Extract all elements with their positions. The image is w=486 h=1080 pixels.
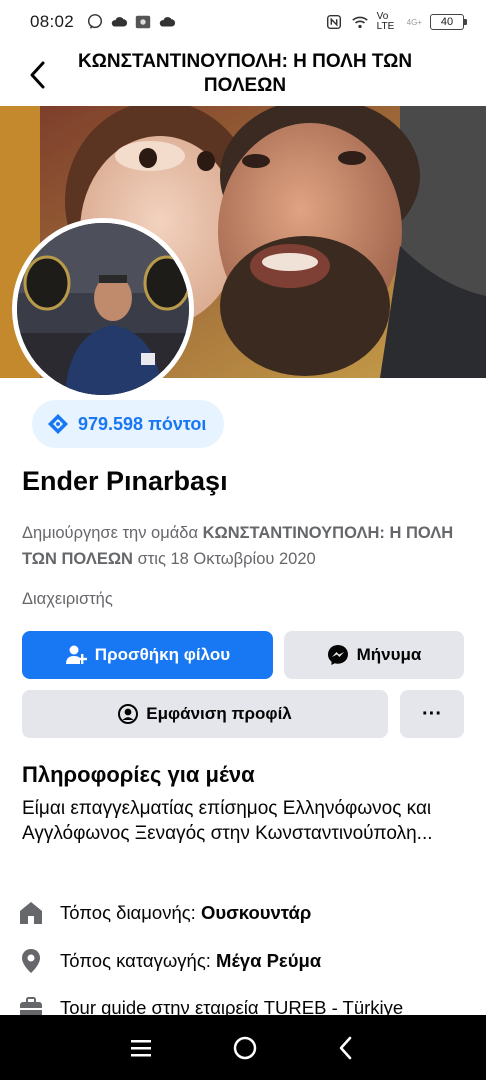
more-options-button[interactable]: ··· bbox=[400, 690, 464, 738]
message-button[interactable]: Μήνυμα bbox=[284, 631, 464, 679]
created-prefix: Δημιούργησε την ομάδα bbox=[22, 524, 198, 542]
points-label: 979.598 πόντοι bbox=[78, 413, 207, 434]
current-city-label: Τόπος διαμονής: bbox=[60, 902, 196, 923]
status-time: 08:02 bbox=[30, 12, 75, 31]
add-friend-icon bbox=[65, 645, 87, 664]
role-label: Διαχειριστής bbox=[22, 590, 113, 608]
avatar-image bbox=[17, 223, 189, 395]
profile-avatar[interactable] bbox=[12, 218, 194, 400]
about-bio: Είμαι επαγγελματίας επίσημος Ελληνόφωνος… bbox=[22, 798, 433, 844]
info-hometown: Τόπος καταγωγής: Μέγα Ρεύμα bbox=[18, 946, 321, 976]
back-button[interactable] bbox=[22, 58, 52, 92]
system-back-icon[interactable] bbox=[335, 1035, 357, 1061]
profile-name: Ender Pınarbaşı bbox=[22, 466, 228, 496]
messenger-icon bbox=[327, 645, 348, 665]
info-current-city: Τόπος διαμονής: Ουσκουντάρ bbox=[18, 898, 311, 928]
viber-icon bbox=[88, 14, 103, 29]
view-profile-label: Εμφάνιση προφίλ bbox=[146, 704, 292, 723]
message-label: Μήνυμα bbox=[356, 645, 422, 664]
about-heading: Πληροφορίες για μένα bbox=[22, 762, 255, 787]
points-badge[interactable]: 979.598 πόντοι bbox=[32, 400, 225, 448]
add-friend-label: Προσθήκη φίλου bbox=[94, 645, 231, 664]
profile-circle-icon bbox=[118, 704, 139, 724]
view-profile-button[interactable]: Εμφάνιση προφίλ bbox=[22, 690, 388, 738]
gallery-icon bbox=[135, 15, 151, 29]
signal-label: 4G+ bbox=[406, 17, 422, 27]
battery-level: 40 bbox=[440, 16, 454, 28]
network-label: Vo LTE bbox=[376, 11, 395, 32]
cloud-icon bbox=[159, 17, 176, 27]
page-header: ΚΩΝΣΤΑΝΤΙΝΟΥΠΟΛΗ: Η ΠΟΛΗ ΤΩΝ ΠΟΛΕΩΝ bbox=[0, 44, 486, 106]
hometown-label: Τόπος καταγωγής: bbox=[60, 950, 211, 971]
location-pin-icon bbox=[18, 948, 44, 974]
system-navigation-bar bbox=[0, 1015, 486, 1080]
home-icon bbox=[18, 900, 44, 926]
more-dots-icon: ··· bbox=[422, 702, 442, 725]
recent-apps-icon[interactable] bbox=[129, 1037, 155, 1059]
points-diamond-icon bbox=[48, 414, 68, 434]
home-button-icon[interactable] bbox=[232, 1035, 258, 1061]
back-arrow-icon bbox=[30, 61, 45, 89]
current-city-value[interactable]: Ουσκουντάρ bbox=[201, 902, 311, 923]
status-bar: 08:02 Vo LTE 4G+ 40 bbox=[0, 0, 486, 44]
add-friend-button[interactable]: Προσθήκη φίλου bbox=[22, 631, 273, 679]
wifi-icon bbox=[351, 16, 368, 29]
battery-icon: 40 bbox=[430, 14, 467, 30]
nfc-icon bbox=[326, 14, 341, 30]
created-date: στις 18 Οκτωβρίου 2020 bbox=[137, 550, 316, 568]
group-created-text: Δημιούργησε την ομάδα ΚΩΝΣΤΑΝΤΙΝΟΥΠΟΛΗ: … bbox=[22, 520, 468, 572]
hometown-value[interactable]: Μέγα Ρεύμα bbox=[216, 950, 321, 971]
cloud-icon bbox=[111, 17, 128, 27]
page-title: ΚΩΝΣΤΑΝΤΙΝΟΥΠΟΛΗ: Η ΠΟΛΗ ΤΩΝ ΠΟΛΕΩΝ bbox=[77, 51, 413, 96]
